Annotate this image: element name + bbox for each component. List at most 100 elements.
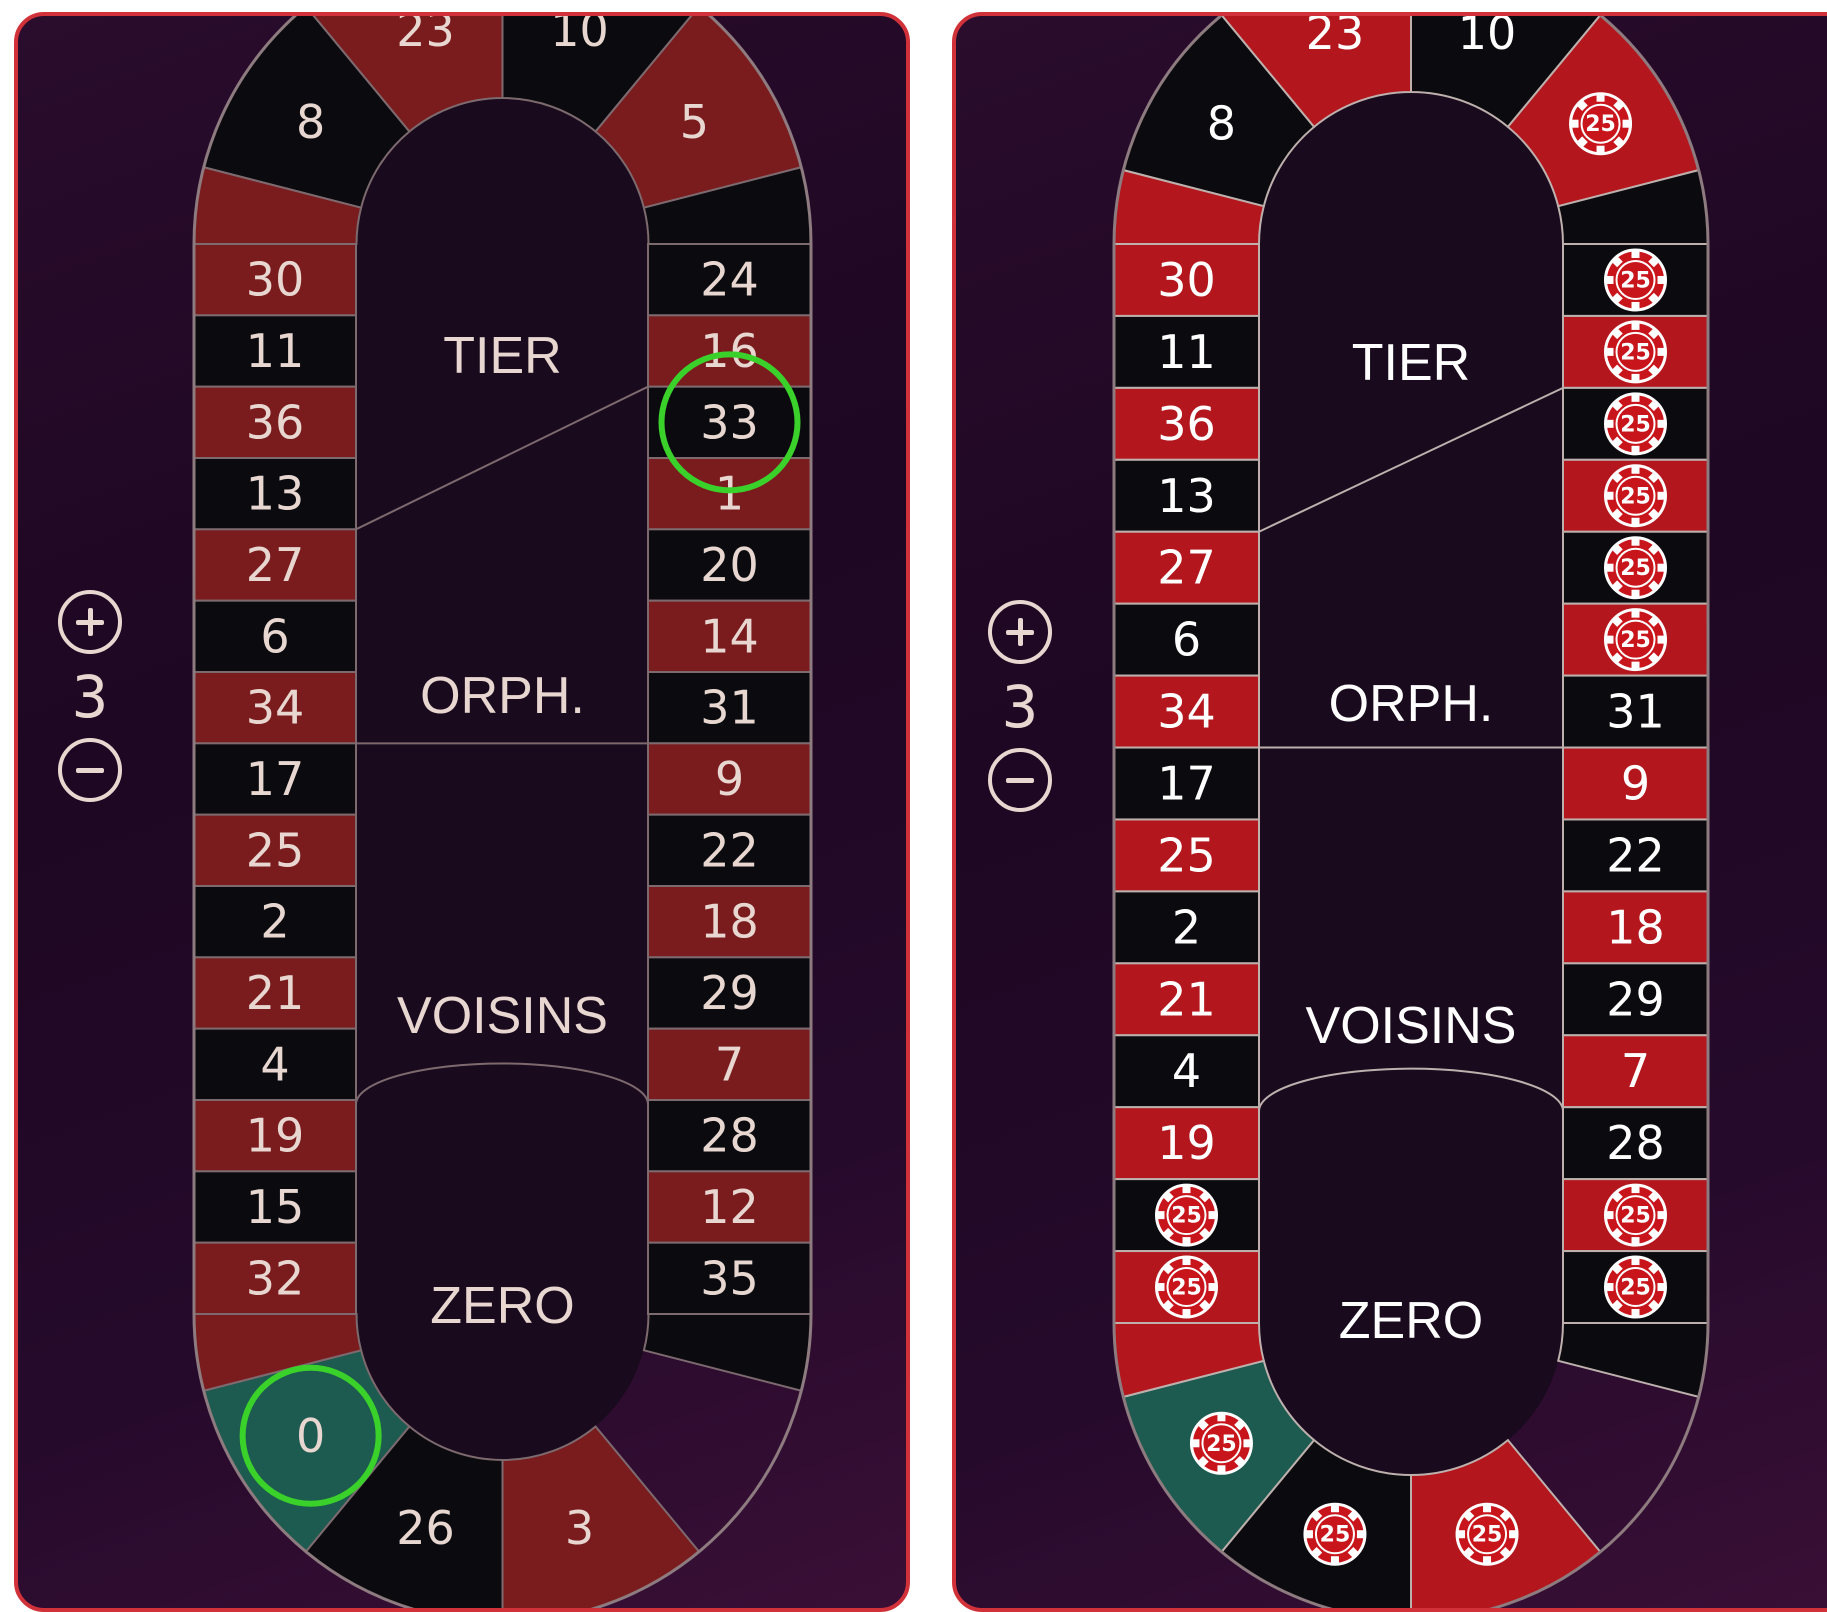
section-orph-label[interactable]: ORPH. <box>1329 675 1494 733</box>
chip-25-icon[interactable]: 25 <box>1604 1183 1667 1247</box>
racetrack-number-35-cell[interactable] <box>1557 1322 1710 1399</box>
chip-value: 25 <box>1320 1523 1351 1548</box>
racetrack-number-21: 21 <box>246 966 305 1020</box>
racetrack-number-16: 16 <box>700 324 759 378</box>
racetrack-number-3: 3 <box>565 1501 594 1555</box>
racetrack-panel-right: 3 TIER ORPH. VOISINS ZERO 30 11 36 13 27 6 34 17 25 2… <box>952 12 1827 1612</box>
chip-value: 25 <box>1620 1276 1651 1301</box>
section-voisins-label[interactable]: VOISINS <box>1306 997 1517 1055</box>
racetrack-number-17: 17 <box>246 752 305 806</box>
racetrack-number-19: 19 <box>1157 1116 1216 1170</box>
racetrack-number-25: 25 <box>1157 828 1216 882</box>
racetrack-number-28: 28 <box>700 1109 759 1163</box>
racetrack-number-23: 23 <box>396 16 455 57</box>
chip-25-icon[interactable]: 25 <box>1455 1502 1519 1566</box>
racetrack: TIERORPH.VOISINSZERO30113613276341725221… <box>192 16 813 1608</box>
racetrack-number-30: 30 <box>246 253 305 307</box>
chip-25-icon[interactable]: 25 <box>1155 1183 1218 1247</box>
chip-25-icon[interactable]: 25 <box>1189 1411 1253 1475</box>
racetrack-inner <box>1259 92 1563 1475</box>
racetrack-number-22: 22 <box>1606 828 1665 882</box>
chip-value: 25 <box>1206 1432 1237 1457</box>
chip-25-icon[interactable]: 25 <box>1604 248 1667 312</box>
racetrack-number-7: 7 <box>715 1037 744 1091</box>
racetrack-number-19: 19 <box>246 1109 305 1163</box>
racetrack-number-4: 4 <box>260 1037 289 1091</box>
chip-value: 25 <box>1585 112 1616 137</box>
racetrack-number-1: 1 <box>715 467 744 521</box>
chip-value: 25 <box>1620 556 1651 581</box>
chip-25-icon[interactable]: 25 <box>1604 536 1667 600</box>
racetrack-number-29: 29 <box>1606 972 1665 1026</box>
racetrack-number-25: 25 <box>246 823 305 877</box>
racetrack-number-29: 29 <box>700 966 759 1020</box>
section-tier-label[interactable]: TIER <box>1352 334 1470 392</box>
chip-25-icon[interactable]: 25 <box>1604 320 1667 384</box>
racetrack-number-8: 8 <box>296 95 325 149</box>
racetrack-number-28: 28 <box>1606 1116 1665 1170</box>
racetrack-number-13: 13 <box>246 467 305 521</box>
racetrack-number-26: 26 <box>396 1501 455 1555</box>
chip-value: 25 <box>1620 340 1651 365</box>
racetrack-number-6: 6 <box>260 609 289 663</box>
racetrack-number-17: 17 <box>1157 757 1216 811</box>
chip-value: 25 <box>1472 1523 1503 1548</box>
racetrack-number-11: 11 <box>246 324 305 378</box>
racetrack-number-10: 10 <box>1458 16 1517 60</box>
racetrack-number-34: 34 <box>1157 685 1216 739</box>
racetrack-number-35-cell[interactable] <box>642 1313 813 1392</box>
racetrack-number-13: 13 <box>1157 469 1216 523</box>
chip-value: 25 <box>1171 1204 1202 1229</box>
chip-value: 25 <box>1620 268 1651 293</box>
racetrack-number-32: 32 <box>246 1251 305 1305</box>
chip-25-icon[interactable]: 25 <box>1155 1255 1218 1319</box>
chip-25-icon[interactable]: 25 <box>1604 608 1667 672</box>
racetrack-number-31: 31 <box>700 681 759 735</box>
racetrack-number-36: 36 <box>246 395 305 449</box>
racetrack-number-15: 15 <box>246 1180 305 1234</box>
chip-value: 25 <box>1620 484 1651 509</box>
chip-25-icon[interactable]: 25 <box>1569 92 1633 156</box>
chip-25-icon[interactable]: 25 <box>1604 392 1667 456</box>
racetrack-number-35: 35 <box>700 1251 759 1305</box>
racetrack-number-23: 23 <box>1306 16 1365 60</box>
racetrack-number-14: 14 <box>700 609 759 663</box>
racetrack-number-2: 2 <box>1172 900 1201 954</box>
chip-25-icon[interactable]: 25 <box>1604 464 1667 528</box>
chip-value: 25 <box>1620 628 1651 653</box>
racetrack-number-2: 2 <box>260 895 289 949</box>
chip-value: 25 <box>1620 412 1651 437</box>
racetrack-number-22: 22 <box>700 823 759 877</box>
racetrack-number-18: 18 <box>700 895 759 949</box>
racetrack-number-6: 6 <box>1172 613 1201 667</box>
section-zero-label[interactable]: ZERO <box>430 1277 574 1335</box>
racetrack-number-36: 36 <box>1157 397 1216 451</box>
racetrack-panel-left: 3 TIER ORPH. VOISINS ZERO 30 11 36 13 27 6 34 17 25 2… <box>14 12 910 1612</box>
racetrack-number-10: 10 <box>550 16 609 57</box>
section-orph-label[interactable]: ORPH. <box>420 667 585 725</box>
racetrack-number-20: 20 <box>700 538 759 592</box>
racetrack-number-5: 5 <box>680 95 709 149</box>
racetrack-number-8: 8 <box>1207 97 1236 151</box>
racetrack-number-21: 21 <box>1157 972 1216 1026</box>
racetrack-number-9: 9 <box>715 752 744 806</box>
racetrack: TIERORPH.VOISINSZERO30113613276341725221… <box>1112 16 1710 1608</box>
racetrack-number-9: 9 <box>1621 757 1650 811</box>
racetrack-number-12: 12 <box>700 1180 759 1234</box>
chip-value: 25 <box>1620 1204 1651 1229</box>
racetrack-number-11: 11 <box>1157 325 1216 379</box>
racetrack-number-4: 4 <box>1172 1044 1201 1098</box>
racetrack-number-27: 27 <box>1157 541 1216 595</box>
racetrack-inner <box>356 98 648 1460</box>
racetrack-number-0: 0 <box>296 1409 325 1463</box>
racetrack-number-24: 24 <box>700 253 759 307</box>
section-zero-label[interactable]: ZERO <box>1339 1292 1483 1350</box>
chip-value: 25 <box>1171 1276 1202 1301</box>
chip-25-icon[interactable]: 25 <box>1303 1502 1367 1566</box>
racetrack-number-31: 31 <box>1606 685 1665 739</box>
section-tier-label[interactable]: TIER <box>443 327 561 385</box>
racetrack-number-18: 18 <box>1606 900 1665 954</box>
section-voisins-label[interactable]: VOISINS <box>397 987 608 1045</box>
chip-25-icon[interactable]: 25 <box>1604 1255 1667 1319</box>
racetrack-number-30: 30 <box>1157 253 1216 307</box>
